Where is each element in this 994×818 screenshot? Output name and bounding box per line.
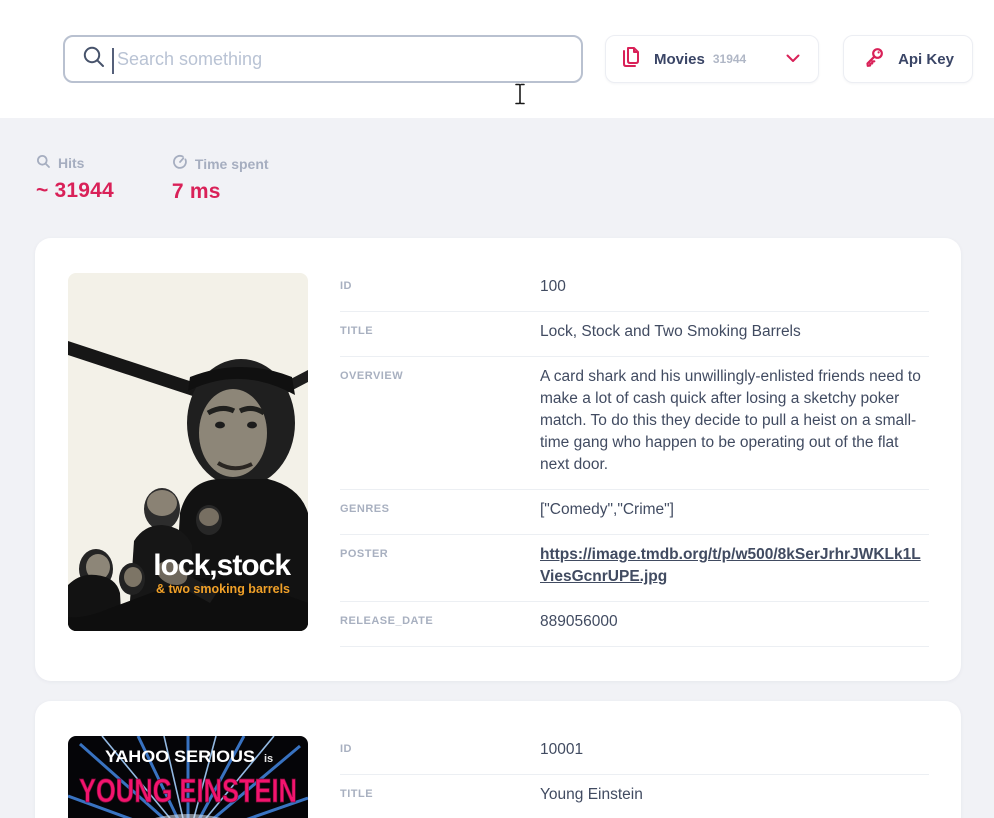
field-label: RELEASE_DATE (340, 611, 540, 627)
result-card-lock-stock: lock,stock & two smoking barrels ID 100 … (35, 238, 961, 681)
field-value: Lock, Stock and Two Smoking Barrels (540, 321, 929, 343)
text-caret (112, 48, 114, 74)
svg-text:YAHOO SERIOUS: YAHOO SERIOUS (105, 747, 255, 766)
movie-poster-young-einstein: YAHOO SERIOUS is YOUNG EINSTEIN (68, 736, 308, 818)
stat-hits: Hits ~ 31944 (36, 154, 114, 204)
search-icon (81, 44, 107, 75)
field-label: TITLE (340, 784, 540, 800)
mouse-ibeam-cursor (514, 83, 526, 110)
field-row-title: TITLE Lock, Stock and Two Smoking Barrel… (340, 312, 929, 357)
field-label: GENRES (340, 499, 540, 515)
field-label: ID (340, 739, 540, 755)
field-label: OVERVIEW (340, 366, 540, 382)
document-fields: ID 10001 TITLE Young Einstein OVERVIEW A… (340, 736, 929, 818)
api-key-button[interactable]: Api Key (843, 35, 973, 83)
hits-value: ~ 31944 (36, 179, 114, 203)
documents-icon (620, 45, 642, 74)
field-value: ["Comedy","Crime"] (540, 499, 929, 521)
document-fields: ID 100 TITLE Lock, Stock and Two Smoking… (340, 273, 929, 647)
svg-text:lock,stock: lock,stock (153, 549, 291, 582)
movie-poster-lock-stock: lock,stock & two smoking barrels (68, 273, 308, 631)
field-value: A card shark and his unwillingly-enliste… (540, 366, 929, 476)
field-value: 100 (540, 276, 929, 298)
chevron-down-icon (786, 50, 800, 68)
svg-text:& two smoking barrels: & two smoking barrels (156, 582, 290, 596)
field-row-id: ID 10001 (340, 736, 929, 775)
header: Movies 31944 Api Key (0, 0, 994, 118)
time-spent-value: 7 ms (172, 180, 269, 204)
results-list: lock,stock & two smoking barrels ID 100 … (35, 238, 961, 818)
result-card-young-einstein: YAHOO SERIOUS is YOUNG EINSTEIN ID 10001… (35, 701, 961, 818)
poster-url-link[interactable]: https://image.tmdb.org/t/p/w500/8kSerJrh… (540, 546, 921, 585)
field-value: 889056000 (540, 611, 929, 633)
field-row-overview: OVERVIEW A card shark and his unwillingl… (340, 357, 929, 490)
field-label: TITLE (340, 321, 540, 337)
index-doc-count: 31944 (713, 52, 746, 66)
field-row-release-date: RELEASE_DATE 889056000 (340, 602, 929, 647)
timer-gauge-icon (172, 154, 188, 173)
stat-time-spent: Time spent 7 ms (172, 154, 269, 204)
index-selector-button[interactable]: Movies 31944 (605, 35, 819, 83)
api-key-label: Api Key (898, 51, 954, 68)
svg-text:is: is (264, 753, 273, 765)
search-input[interactable] (117, 37, 581, 81)
field-row-poster: POSTER https://image.tmdb.org/t/p/w500/8… (340, 535, 929, 602)
time-spent-label: Time spent (195, 156, 269, 172)
field-value: Young Einstein (540, 784, 929, 806)
key-icon (862, 45, 886, 74)
stats-bar: Hits ~ 31944 Time spent 7 ms (0, 118, 994, 204)
field-value: 10001 (540, 739, 929, 761)
field-label: POSTER (340, 544, 540, 560)
field-row-title: TITLE Young Einstein (340, 775, 929, 818)
field-row-genres: GENRES ["Comedy","Crime"] (340, 490, 929, 535)
field-label: ID (340, 276, 540, 292)
hits-label: Hits (58, 155, 84, 171)
index-selector-label: Movies (654, 51, 705, 68)
hits-search-icon (36, 154, 51, 172)
svg-text:YOUNG EINSTEIN: YOUNG EINSTEIN (79, 772, 297, 809)
field-row-id: ID 100 (340, 273, 929, 312)
search-box[interactable] (63, 35, 583, 83)
